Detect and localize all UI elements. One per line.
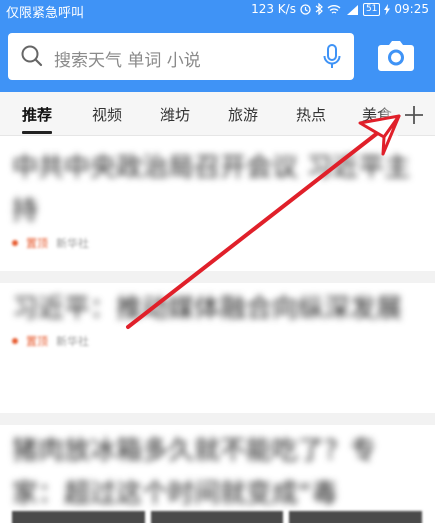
- signal-icon: [345, 4, 359, 15]
- news-thumbnail: [289, 511, 423, 523]
- news-tag: 置顶: [26, 335, 48, 348]
- news-feed: 中共中央政治局召开会议 习近平主持 置顶 新华社 习近平：推动媒体融合向纵深发展…: [0, 137, 435, 523]
- camera-icon[interactable]: [377, 40, 415, 72]
- tab-recommend[interactable]: 推荐: [22, 104, 52, 125]
- top-header: 仅限紧急呼叫 123 K/s 51 09:25 搜索天气 单词 小说: [0, 0, 435, 92]
- news-source: 新华社: [56, 335, 89, 348]
- tab-travel[interactable]: 旅游: [228, 104, 258, 125]
- news-title: 习近平：推动媒体融合向纵深发展: [12, 294, 403, 324]
- microphone-icon[interactable]: [322, 44, 342, 70]
- feed-divider: [0, 271, 435, 283]
- charging-icon: [384, 3, 391, 15]
- plus-icon[interactable]: [398, 97, 430, 131]
- news-thumbnails: [12, 511, 423, 523]
- news-tag: 置顶: [26, 237, 48, 250]
- pin-dot-icon: [12, 240, 18, 246]
- network-speed: 123 K/s: [251, 2, 296, 16]
- wifi-icon: [327, 4, 341, 15]
- bluetooth-icon: [315, 3, 323, 15]
- tab-fade: [378, 92, 398, 136]
- search-placeholder[interactable]: 搜索天气 单词 小说: [54, 46, 201, 71]
- news-thumbnail: [12, 511, 145, 523]
- tab-video[interactable]: 视频: [92, 104, 122, 125]
- search-icon: [21, 45, 43, 67]
- clock-time: 09:25: [394, 2, 429, 16]
- news-meta: 置顶 新华社: [12, 233, 420, 253]
- carrier-text: 仅限紧急呼叫: [6, 6, 85, 21]
- status-bar: 仅限紧急呼叫 123 K/s 51 09:25: [0, 0, 435, 22]
- news-item[interactable]: 中共中央政治局召开会议 习近平主持 置顶 新华社: [12, 147, 420, 253]
- active-tab-indicator: [22, 131, 52, 134]
- status-icons: 123 K/s 51 09:25: [251, 2, 429, 16]
- news-meta: 置顶 新华社: [12, 331, 420, 351]
- news-title: 猪肉放冰箱多久就不能吃了？专家：超过这个时间就变成“毒: [12, 436, 377, 509]
- news-source: 新华社: [56, 237, 89, 250]
- news-item[interactable]: 习近平：推动媒体融合向纵深发展 置顶 新华社: [12, 288, 420, 351]
- tab-weifang[interactable]: 潍坊: [160, 104, 190, 125]
- alarm-icon: [300, 3, 311, 15]
- search-bar[interactable]: 搜索天气 单词 小说: [8, 33, 354, 80]
- battery-icon: 51: [362, 2, 381, 16]
- feed-divider: [0, 413, 435, 425]
- news-thumbnail: [150, 511, 284, 523]
- channel-tabs: 推荐 视频 潍坊 旅游 热点 美食: [0, 92, 435, 136]
- pin-dot-icon: [12, 338, 18, 344]
- tab-hot[interactable]: 热点: [296, 104, 326, 125]
- news-item[interactable]: 猪肉放冰箱多久就不能吃了？专家：超过这个时间就变成“毒: [12, 430, 420, 516]
- news-title: 中共中央政治局召开会议 习近平主持: [12, 153, 411, 226]
